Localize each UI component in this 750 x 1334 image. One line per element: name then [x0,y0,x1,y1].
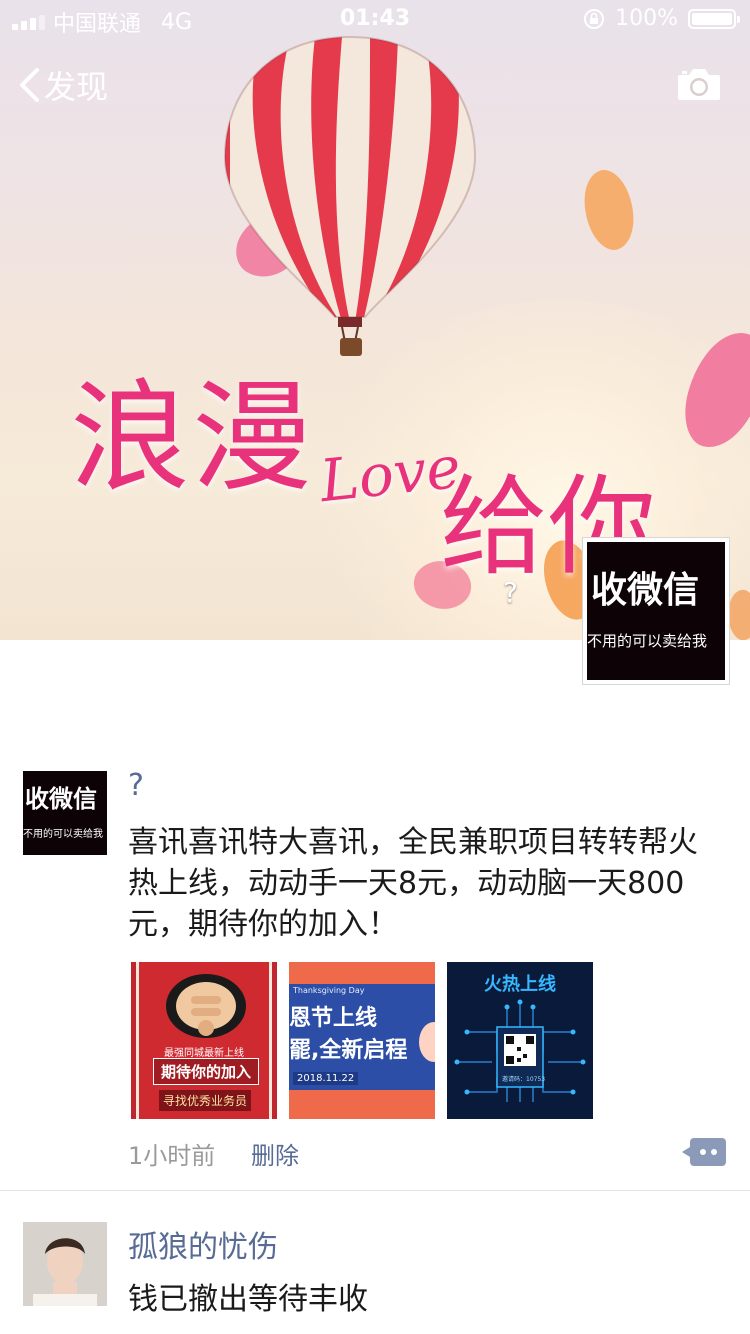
photo-date: 2018.11.22 [293,1072,359,1085]
battery-icon [688,8,740,29]
avatar-image: 收微信 不用的可以卖给我 [587,542,725,680]
photo-headline: 恩节上线 [289,1006,378,1031]
pointing-hand-illustration [166,974,246,1038]
photo-bottom-band [289,1090,435,1119]
status-bar: 中国联通 4G 01:43 100% [0,0,750,40]
comment-icon[interactable] [682,1138,726,1166]
photo-top-band [289,962,435,984]
post-author-name[interactable]: 孤狼的忧伤 [128,1222,278,1266]
petal-decoration [572,164,646,256]
profile-avatar[interactable]: 收微信 不用的可以卖给我 [582,537,730,685]
post-timestamp: 1小时前 [128,1142,216,1170]
photo-tag: Thanksgiving Day [293,986,365,995]
person-photo-avatar [23,1222,107,1306]
circuit-illustration [454,999,586,1102]
cover-title-romance: 浪漫 [70,369,314,508]
photo-code: 邀请码：10753 [502,1076,546,1083]
avatar-image: 收微信 不用的可以卖给我 [23,771,107,855]
avatar-small-text: 不用的可以卖给我 [23,828,103,840]
photo-subline: 寻找优秀业务员 [159,1090,251,1111]
post-text: 钱已撤出等待丰收 [128,1282,368,1317]
post-author-avatar[interactable]: 收微信 不用的可以卖给我 [23,771,107,855]
post-photo[interactable]: 最强同城最新上线 期待你的加入 寻找优秀业务员 [131,962,277,1119]
post-text: 喜讯喜讯特大喜讯，全民兼职项目转转帮火热上线，动动手一天8元，动动脑一天800元… [128,825,698,942]
photo-banner: 最强同城最新上线 [164,1048,244,1059]
battery-percent: 100% [615,6,678,31]
photo-headline: 期待你的加入 [153,1058,259,1085]
avatar-big-text: 收微信 [591,570,700,612]
post-divider [0,1190,750,1191]
post-photo[interactable]: Thanksgiving Day 恩节上线 罷,全新启程 2018.11.22 [289,962,435,1119]
camera-button[interactable] [676,66,722,106]
back-button[interactable]: 发现 [18,62,108,108]
chevron-left-icon [20,68,39,102]
photo-ice-cream-shape [419,1022,435,1062]
post-photo[interactable]: 火热上线 邀请码：10753 [447,962,593,1119]
profile-nickname[interactable]: ? [503,576,518,609]
nav-bar: 发现 [0,60,750,110]
photo-subline: 罷,全新启程 [289,1038,408,1063]
avatar-big-text: 收微信 [25,785,97,814]
delete-link[interactable]: 删除 [251,1136,299,1171]
status-right: 100% [583,6,740,31]
camera-icon [678,69,720,100]
rotation-lock-icon [584,8,605,29]
post-author-avatar[interactable] [23,1222,107,1306]
avatar-small-text: 不用的可以卖给我 [587,632,708,651]
post-author-name[interactable]: ? [128,768,144,803]
back-label: 发现 [44,68,109,106]
post-photo-grid: 最强同城最新上线 期待你的加入 寻找优秀业务员 Thanksgiving Day… [131,962,593,1119]
